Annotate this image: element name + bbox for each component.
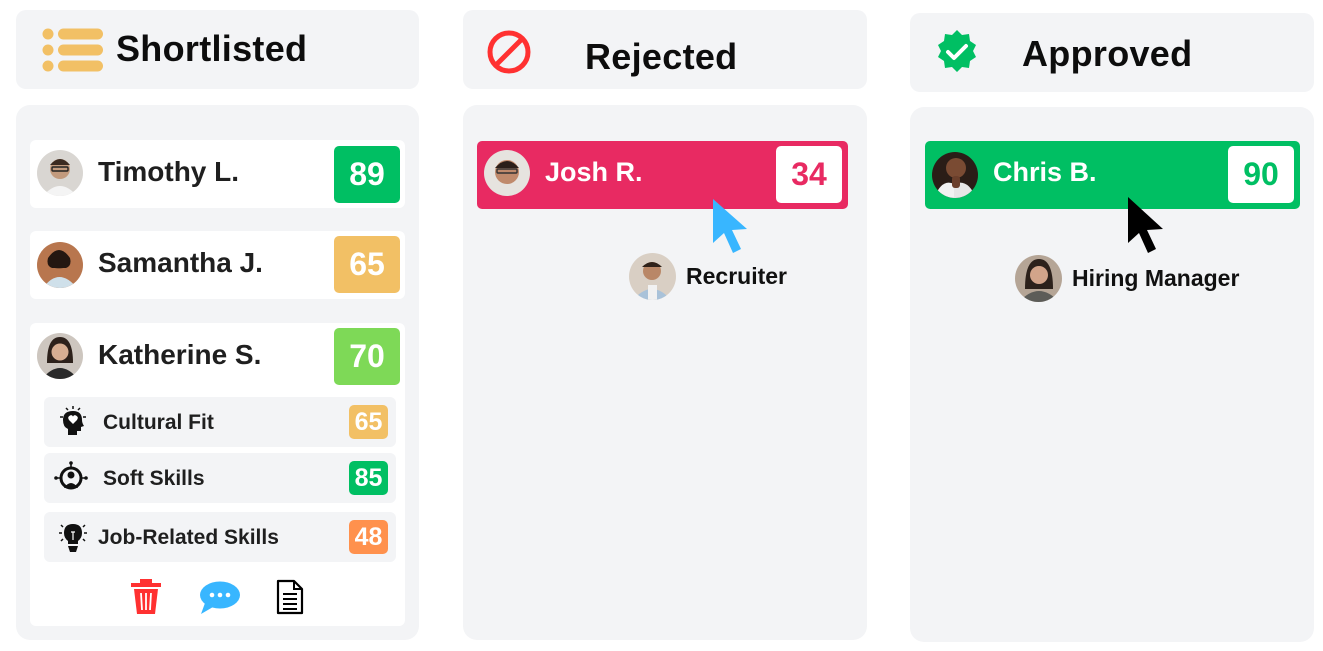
score-breakdown-row: Cultural Fit 65 <box>44 397 396 447</box>
document-button[interactable] <box>276 579 304 615</box>
candidate-name: Josh R. <box>545 157 643 187</box>
rejected-column-header: Rejected <box>463 10 867 89</box>
verified-badge-icon <box>938 30 976 72</box>
user-tag-hiring-manager: Hiring Manager <box>1015 255 1239 302</box>
score-badge: 90 <box>1228 146 1294 203</box>
score-badge: 65 <box>334 236 400 293</box>
breakdown-label: Soft Skills <box>103 467 205 490</box>
breakdown-score: 65 <box>349 405 388 439</box>
head-heart-icon <box>60 406 86 435</box>
candidate-name: Chris B. <box>993 157 1097 187</box>
dragged-candidate-card[interactable]: Josh R. 34 <box>477 141 848 209</box>
user-role-label: Recruiter <box>686 263 787 289</box>
prohibited-icon <box>487 30 531 74</box>
candidate-card[interactable]: Samantha J. 65 <box>30 231 405 299</box>
shortlisted-title: Shortlisted <box>116 28 308 69</box>
candidate-name: Katherine S. <box>98 339 262 370</box>
score-badge: 70 <box>334 328 400 385</box>
breakdown-label: Job-Related Skills <box>98 526 279 549</box>
score-breakdown-row: Job-Related Skills 48 <box>44 512 396 562</box>
avatar <box>629 253 676 300</box>
lightbulb-icon <box>59 524 87 552</box>
approved-title: Approved <box>1022 33 1193 74</box>
shortlisted-column: Timothy L. 89 Samantha J. 65 Katherine S… <box>16 105 419 640</box>
list-icon <box>42 28 103 72</box>
avatar <box>37 242 83 288</box>
breakdown-score: 85 <box>349 461 388 495</box>
cursor-icon <box>1128 197 1163 253</box>
user-tag-recruiter: Recruiter <box>629 253 787 300</box>
comment-button[interactable] <box>199 581 241 615</box>
rejected-column: Josh R. 34 Recruiter <box>463 105 867 640</box>
score-badge: 34 <box>776 146 842 203</box>
person-network-icon <box>54 461 88 490</box>
delete-button[interactable] <box>130 579 162 615</box>
trash-icon <box>131 579 161 614</box>
avatar <box>484 150 530 196</box>
shortlisted-column-header: Shortlisted <box>16 10 419 89</box>
document-icon <box>276 579 304 615</box>
user-role-label: Hiring Manager <box>1072 265 1240 291</box>
candidate-name: Timothy L. <box>98 156 240 187</box>
score-breakdown-row: Soft Skills 85 <box>44 453 396 503</box>
approved-column: Chris B. 90 Hiring Manager <box>910 107 1314 642</box>
avatar <box>932 152 978 198</box>
breakdown-score: 48 <box>349 520 388 554</box>
avatar <box>37 150 83 196</box>
score-badge: 89 <box>334 146 400 203</box>
candidate-name: Samantha J. <box>98 247 263 278</box>
avatar <box>37 333 83 379</box>
candidate-card[interactable]: Timothy L. 89 <box>30 140 405 208</box>
chat-bubble-icon <box>200 581 240 614</box>
breakdown-label: Cultural Fit <box>103 411 214 434</box>
dragged-candidate-card[interactable]: Chris B. 90 <box>925 141 1300 209</box>
approved-column-header: Approved <box>910 13 1314 92</box>
avatar <box>1015 255 1062 302</box>
cursor-icon <box>713 199 747 253</box>
candidate-card-expanded[interactable]: Katherine S. 70 Cultural Fit 65 Soft Ski… <box>30 323 405 626</box>
rejected-title: Rejected <box>585 36 738 77</box>
